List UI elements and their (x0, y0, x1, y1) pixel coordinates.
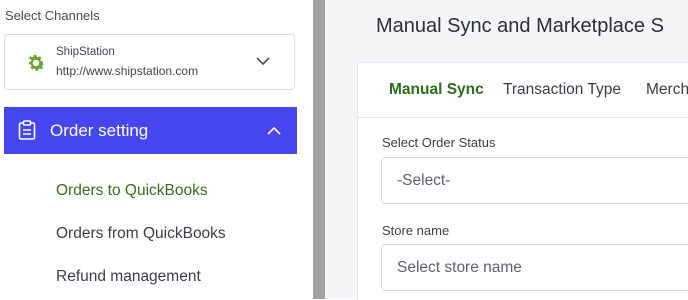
store-name-placeholder: Select store name (397, 259, 522, 276)
gear-icon (28, 54, 45, 71)
panel-divider (313, 0, 325, 299)
store-name-label: Store name (382, 223, 450, 238)
page-title: Manual Sync and Marketplace S (376, 15, 664, 37)
submenu-item-orders-to-quickbooks[interactable]: Orders to QuickBooks (56, 182, 208, 200)
clipboard-icon (18, 120, 36, 140)
order-setting-label: Order setting (50, 121, 149, 140)
order-setting-menu[interactable]: Order setting (4, 107, 297, 154)
channel-selector[interactable]: ShipStation http://www.shipstation.com (4, 34, 295, 90)
submenu-item-orders-from-quickbooks[interactable]: Orders from QuickBooks (56, 225, 226, 243)
tab-manual-sync[interactable]: Manual Sync (389, 81, 484, 99)
tab-merch[interactable]: Merch (646, 81, 688, 99)
store-name-select[interactable]: Select store name (381, 244, 688, 291)
channel-name: ShipStation (56, 46, 115, 58)
chevron-up-icon (267, 126, 281, 135)
order-status-select[interactable]: -Select- (381, 157, 688, 204)
order-status-label: Select Order Status (382, 135, 496, 150)
order-status-value: -Select- (397, 172, 451, 189)
tab-bar: Manual Sync Transaction Type Merch (358, 63, 688, 118)
sync-card: Manual Sync Transaction Type Merch Selec… (357, 62, 688, 300)
panel-gap (325, 0, 357, 299)
select-channels-label: Select Channels (5, 8, 100, 23)
submenu-item-refund-management[interactable]: Refund management (56, 268, 201, 286)
tab-transaction-type[interactable]: Transaction Type (503, 81, 621, 99)
chevron-down-icon[interactable] (256, 56, 270, 66)
main-panel: Manual Sync and Marketplace S Manual Syn… (357, 0, 688, 300)
left-panel: Select Channels ShipStation http://www.s… (0, 0, 313, 299)
channel-url: http://www.shipstation.com (56, 64, 199, 78)
